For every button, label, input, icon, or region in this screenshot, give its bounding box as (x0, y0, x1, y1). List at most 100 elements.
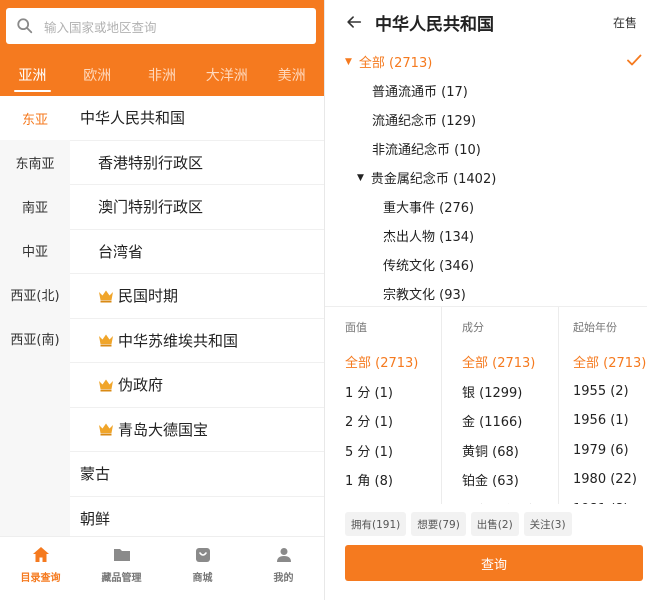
shopping-bag-icon (195, 548, 210, 562)
nav-catalog[interactable]: 目录查询 (0, 537, 81, 600)
filter-option[interactable]: 1980 (22) (573, 465, 647, 495)
tree-item[interactable]: 传统文化 (346) (325, 250, 647, 279)
country-label: 台湾省 (98, 242, 144, 261)
country-item[interactable]: 民国时期 (70, 274, 324, 319)
nav-shop[interactable]: 商城 (162, 537, 243, 600)
nav-label: 商城 (192, 573, 213, 584)
tree-item[interactable]: 宗教文化 (93) (325, 279, 647, 308)
region-browser-panel: 输入国家或地区查询 亚洲 欧洲 非洲 大洋洲 美洲 东亚 东南亚 南亚 中亚 西… (0, 0, 324, 600)
tree-label: 重大事件 (276) (383, 201, 475, 216)
nav-label: 我的 (273, 573, 294, 584)
status-chip[interactable]: 关注(3) (523, 512, 572, 536)
filter-option[interactable]: 银 (1299) (462, 377, 558, 407)
status-chip[interactable]: 出售(2) (470, 512, 519, 536)
filter-option[interactable]: 1979 (6) (573, 436, 647, 466)
filter-option[interactable]: 1 分 (1) (345, 377, 441, 407)
expand-triangle-icon[interactable]: ▼ (357, 173, 364, 183)
filter-option[interactable]: 1981 (8) (573, 495, 647, 504)
start-year-filter: 起始年份 全部 (2713) 1955 (2) 1956 (1) 1979 (6) 198… (559, 307, 647, 504)
tree-item[interactable]: ▼ 贵金属纪念币 (1402) (325, 163, 647, 192)
nav-profile[interactable]: 我的 (243, 537, 324, 600)
filter-option[interactable]: 5 分 (1) (345, 436, 441, 466)
filter-option[interactable]: 1955 (2) (573, 377, 647, 407)
filter-option[interactable]: 全部 (2713) (462, 347, 558, 377)
nav-collection[interactable]: 藏品管理 (81, 537, 162, 600)
country-label: 伪政府 (118, 376, 164, 395)
country-item[interactable]: 青岛大德国宝 (70, 408, 324, 452)
page-header: 中华人民共和国 在售 (325, 0, 647, 44)
tab-oceania[interactable]: 大洋洲 (194, 54, 259, 96)
subregion-item[interactable]: 东南亚 (0, 140, 70, 184)
query-button[interactable]: 查询 (345, 545, 643, 581)
country-label: 澳门特别行政区 (98, 198, 204, 217)
subregion-item[interactable]: 南亚 (0, 184, 70, 228)
nav-label: 目录查询 (20, 573, 61, 584)
crown-icon (99, 423, 113, 436)
filter-option[interactable]: 2 角 (1) (345, 495, 441, 505)
crown-icon (99, 290, 113, 303)
country-label: 中华苏维埃共和国 (118, 331, 239, 350)
filter-option[interactable]: 黄铜 (68) (462, 436, 558, 466)
tree-label: 传统文化 (346) (383, 259, 475, 274)
filter-option[interactable]: 1956 (1) (573, 406, 647, 436)
country-item[interactable]: 蒙古 (70, 452, 324, 497)
filter-option[interactable]: 铂金 (63) (462, 465, 558, 495)
subregion-item[interactable]: 西亚(南) (0, 316, 70, 360)
tree-item[interactable]: 杰出人物 (134) (325, 221, 647, 250)
filter-option[interactable]: 双金属(铜-金) (462, 495, 558, 505)
subregion-item[interactable]: 西亚(北) (0, 272, 70, 316)
page-title: 中华人民共和国 (375, 14, 494, 35)
filter-option[interactable]: 2 分 (1) (345, 406, 441, 436)
tab-asia[interactable]: 亚洲 (0, 54, 65, 96)
user-icon (276, 548, 291, 562)
tree-label: 全部 (2713) (358, 56, 433, 71)
tree-item[interactable]: ▼ 全部 (2713) (325, 47, 647, 76)
tree-item[interactable]: 普通流通币 (17) (325, 76, 647, 105)
bottom-nav: 目录查询 藏品管理 商城 我的 (0, 536, 324, 600)
tree-item[interactable]: 流通纪念币 (129) (325, 105, 647, 134)
subregion-item[interactable]: 中亚 (0, 228, 70, 272)
region-tabs: 亚洲 欧洲 非洲 大洋洲 美洲 (0, 54, 324, 96)
country-label: 民国时期 (118, 287, 179, 306)
country-item[interactable]: 中华人民共和国 (70, 96, 324, 141)
filter-option[interactable]: 全部 (2713) (573, 347, 647, 377)
country-label: 朝鲜 (80, 509, 111, 528)
home-icon (32, 547, 49, 562)
subregion-item[interactable]: 东亚 (0, 96, 70, 140)
country-item[interactable]: 香港特别行政区 (70, 141, 324, 185)
filter-columns: 面值全部 (2713)1 分 (1)2 分 (1)5 分 (1)1 角 (8)2… (325, 306, 647, 504)
tree-item[interactable]: 重大事件 (276) (325, 192, 647, 221)
tab-africa[interactable]: 非洲 (130, 54, 195, 96)
filter-option[interactable]: 1 角 (8) (345, 465, 441, 495)
country-item[interactable]: 伪政府 (70, 363, 324, 408)
tab-europe[interactable]: 欧洲 (65, 54, 130, 96)
crown-icon (99, 334, 113, 347)
search-input[interactable]: 输入国家或地区查询 (6, 8, 316, 44)
country-label: 中华人民共和国 (80, 109, 186, 128)
denomination-filter: 面值全部 (2713)1 分 (1)2 分 (1)5 分 (1)1 角 (8)2… (325, 307, 442, 504)
composition-filter: 成分 全部 (2713) 银 (1299) 金 (1166) 黄铜 (68) 铂金 (63… (442, 307, 559, 504)
country-item[interactable]: 澳门特别行政区 (70, 185, 324, 230)
crown-icon (99, 379, 113, 392)
tree-item[interactable]: 非流通纪念币 (10) (325, 134, 647, 163)
country-item[interactable]: 台湾省 (70, 230, 324, 274)
filter-option[interactable]: 金 (1166) (462, 406, 558, 436)
country-item[interactable]: 中华苏维埃共和国 (70, 319, 324, 363)
country-item[interactable]: 朝鲜 (70, 497, 324, 537)
tab-america[interactable]: 美洲 (259, 54, 324, 96)
expand-triangle-icon[interactable]: ▼ (345, 57, 352, 67)
subregion-list: 东亚 东南亚 南亚 中亚 西亚(北) 西亚(南) (0, 96, 70, 536)
region-header: 输入国家或地区查询 亚洲 欧洲 非洲 大洋洲 美洲 (0, 0, 324, 96)
country-label: 香港特别行政区 (98, 153, 204, 172)
filter-header: 起始年份 (573, 321, 617, 334)
status-chip[interactable]: 想要(79) (411, 512, 466, 536)
filter-option[interactable]: 全部 (2713) (345, 347, 441, 377)
filter-header: 面值 (345, 321, 367, 334)
country-list: 中华人民共和国香港特别行政区 澳门特别行政区 台湾省民国时期中华苏维埃共和国 伪政府青… (70, 96, 324, 536)
tree-label: 非流通纪念币 (10) (372, 143, 481, 158)
back-arrow-icon[interactable] (345, 13, 363, 31)
on-sale-toggle[interactable]: 在售 (613, 14, 637, 31)
folder-icon (113, 549, 130, 561)
country-label: 青岛大德国宝 (118, 420, 209, 439)
status-chip[interactable]: 拥有(191) (345, 512, 407, 536)
